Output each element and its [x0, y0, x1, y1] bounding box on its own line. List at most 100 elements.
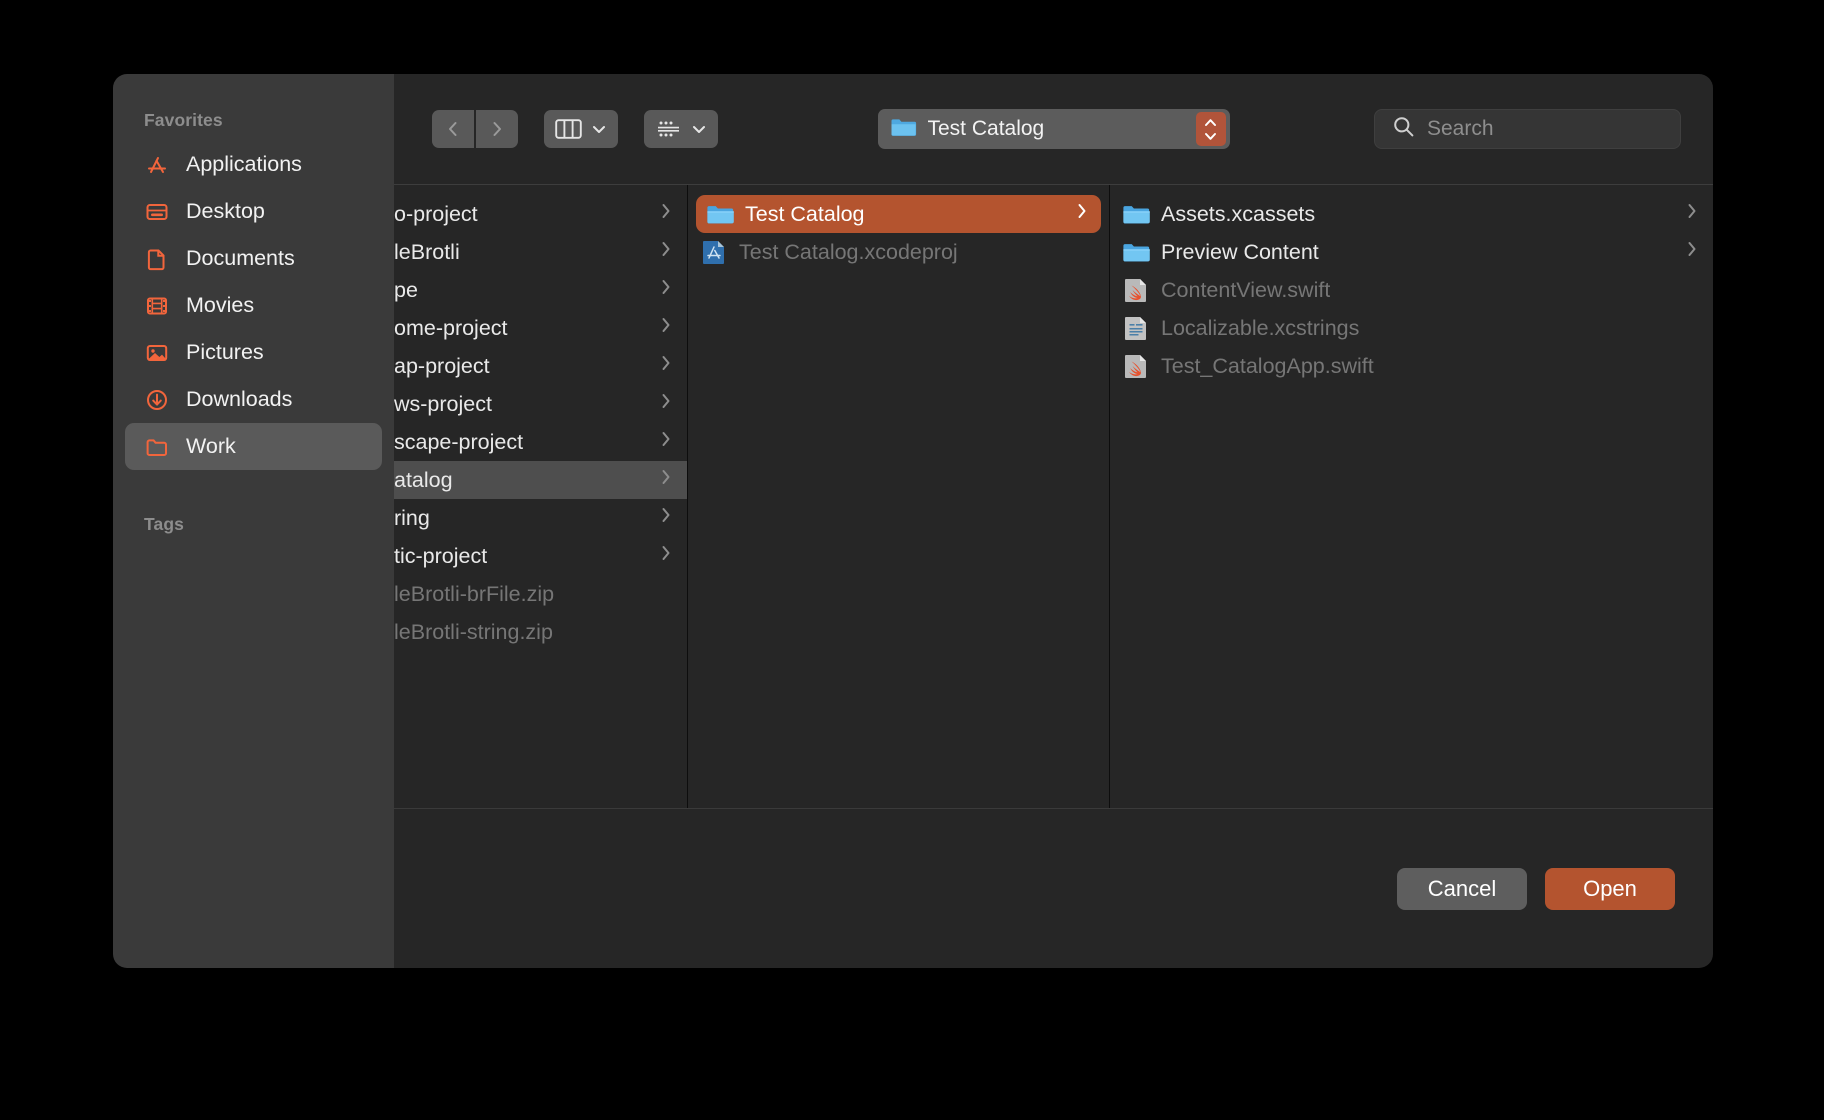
documents-icon — [143, 245, 170, 272]
sidebar-item-label: Applications — [186, 151, 302, 176]
xcodeproj-icon — [700, 240, 728, 264]
sidebar-section-header-favorites: Favorites — [144, 110, 223, 130]
file-row[interactable]: Test Catalog.xcodeproj — [688, 233, 1109, 271]
dialog-footer: Cancel Open — [394, 808, 1713, 968]
view-mode-column-button[interactable] — [544, 110, 618, 148]
toolbar: Test Catalog Search — [394, 74, 1713, 184]
sidebar-item-work[interactable]: Work — [125, 423, 382, 470]
sidebar-item-documents[interactable]: Documents — [125, 235, 382, 282]
sidebar-item-movies[interactable]: Movies — [125, 282, 382, 329]
sidebar-section-header-tags: Tags — [144, 514, 184, 534]
xcstrings-icon — [1122, 316, 1150, 340]
disclosure-chevron-icon — [659, 467, 673, 493]
file-row[interactable]: Localizable.xcstrings — [1110, 309, 1713, 347]
file-row[interactable]: leBrotli-brFile.zip — [394, 575, 687, 613]
folder-icon — [143, 433, 170, 460]
chevron-left-icon — [444, 119, 462, 139]
column-1[interactable]: o-project leBrotli pe ome-project ap-project… — [394, 185, 687, 808]
column-2[interactable]: Test Catalog Test Catalog.xcodeproj — [687, 185, 1109, 808]
disclosure-chevron-icon — [659, 543, 673, 569]
disclosure-chevron-icon — [659, 391, 673, 417]
forward-button[interactable] — [476, 110, 518, 148]
disclosure-chevron-icon — [659, 429, 673, 455]
file-row-label: leBrotli-brFile.zip — [394, 581, 555, 606]
chevron-down-icon — [691, 123, 707, 135]
file-row-label: pe — [394, 277, 418, 302]
file-row-label: ome-project — [394, 315, 508, 340]
disclosure-chevron-icon — [659, 201, 673, 227]
dialog-body: Test Catalog Search o-project leBrotli p… — [394, 74, 1713, 968]
back-button[interactable] — [432, 110, 474, 148]
search-field[interactable]: Search — [1374, 109, 1681, 149]
disclosure-chevron-icon — [1075, 201, 1089, 227]
file-row[interactable]: Assets.xcassets — [1110, 195, 1713, 233]
file-row-label: ws-project — [394, 391, 492, 416]
file-row-label: o-project — [394, 201, 478, 226]
folder-icon — [1122, 240, 1150, 264]
file-row-label: Test_CatalogApp.swift — [1161, 353, 1374, 378]
open-button[interactable]: Open — [1545, 867, 1675, 910]
downloads-icon — [143, 386, 170, 413]
file-row[interactable]: ring — [394, 499, 687, 537]
movies-icon — [143, 292, 170, 319]
disclosure-chevron-icon — [659, 353, 673, 379]
file-row[interactable]: ap-project — [394, 347, 687, 385]
sidebar-item-label: Desktop — [186, 198, 265, 223]
file-row[interactable]: atalog — [394, 461, 687, 499]
file-row-label: scape-project — [394, 429, 524, 454]
file-row-label: ap-project — [394, 353, 490, 378]
file-row-label: ring — [394, 505, 430, 530]
column-view-icon — [555, 118, 582, 140]
sidebar-item-desktop[interactable]: Desktop — [125, 188, 382, 235]
sidebar-item-label: Work — [186, 433, 236, 458]
file-row[interactable]: leBrotli-string.zip — [394, 613, 687, 651]
file-row[interactable]: Preview Content — [1110, 233, 1713, 271]
gallery-view-icon — [655, 118, 682, 140]
view-mode-gallery-button[interactable] — [644, 110, 718, 148]
sidebar-item-applications[interactable]: Applications — [125, 141, 382, 188]
pictures-icon — [143, 339, 170, 366]
swift-icon — [1122, 354, 1150, 378]
path-popup-label: Test Catalog — [927, 117, 1045, 140]
folder-icon — [1122, 202, 1150, 226]
file-row-label: Preview Content — [1161, 239, 1319, 264]
sidebar-item-downloads[interactable]: Downloads — [125, 376, 382, 423]
column-3[interactable]: Assets.xcassets Preview Content ContentVie… — [1109, 185, 1713, 808]
chevron-down-icon — [591, 123, 607, 135]
folder-icon — [706, 202, 734, 226]
file-row[interactable]: leBrotli — [394, 233, 687, 271]
file-row-label: ContentView.swift — [1161, 277, 1331, 302]
path-popup-button[interactable]: Test Catalog — [877, 109, 1230, 149]
file-row[interactable]: ws-project — [394, 385, 687, 423]
column-browser: o-project leBrotli pe ome-project ap-project… — [394, 184, 1713, 808]
disclosure-chevron-icon — [659, 277, 673, 303]
file-row-label: Test Catalog.xcodeproj — [739, 239, 958, 264]
sidebar: Favorites Applications Desktop Documents… — [113, 74, 394, 968]
open-file-dialog: Favorites Applications Desktop Documents… — [113, 74, 1713, 968]
file-row[interactable]: scape-project — [394, 423, 687, 461]
sidebar-item-pictures[interactable]: Pictures — [125, 329, 382, 376]
file-row-label: Test Catalog — [745, 201, 865, 226]
file-row[interactable]: tic-project — [394, 537, 687, 575]
file-row[interactable]: pe — [394, 271, 687, 309]
file-row-label: leBrotli — [394, 239, 460, 264]
sidebar-item-label: Documents — [186, 245, 295, 270]
disclosure-chevron-icon — [659, 315, 673, 341]
file-row-label: Assets.xcassets — [1161, 201, 1316, 226]
sidebar-item-label: Downloads — [186, 386, 293, 411]
updown-stepper-icon[interactable] — [1195, 112, 1226, 146]
search-icon — [1392, 115, 1415, 143]
applications-icon — [143, 151, 170, 178]
nav-button-group — [432, 110, 518, 148]
file-row[interactable]: Test Catalog — [696, 195, 1101, 233]
file-row-label: tic-project — [394, 543, 488, 568]
disclosure-chevron-icon — [659, 239, 673, 265]
file-row[interactable]: ContentView.swift — [1110, 271, 1713, 309]
file-row[interactable]: ome-project — [394, 309, 687, 347]
chevron-right-icon — [488, 119, 506, 139]
file-row-label: leBrotli-string.zip — [394, 619, 553, 644]
search-placeholder: Search — [1427, 117, 1494, 140]
file-row[interactable]: Test_CatalogApp.swift — [1110, 347, 1713, 385]
cancel-button[interactable]: Cancel — [1397, 867, 1527, 910]
file-row[interactable]: o-project — [394, 195, 687, 233]
